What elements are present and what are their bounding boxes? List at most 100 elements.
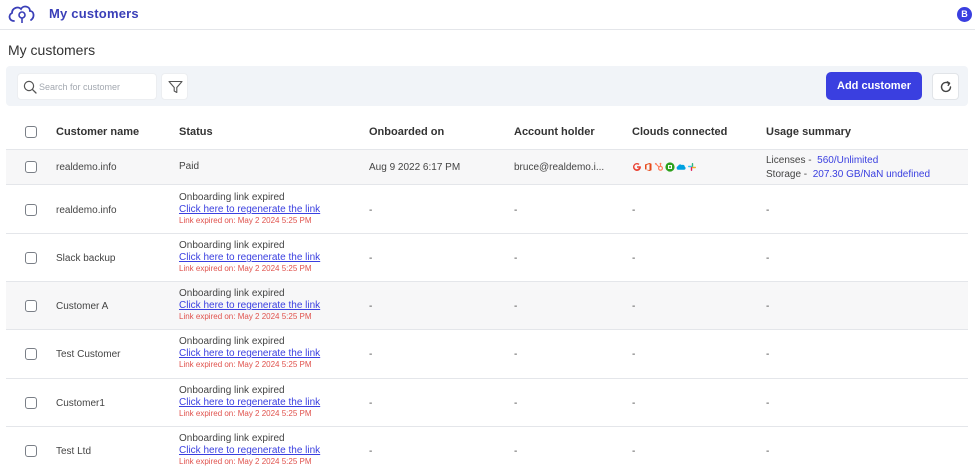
hubspot-icon bbox=[654, 162, 663, 171]
onboarded-date: Aug 9 2022 6:17 PM bbox=[369, 162, 461, 173]
account-holder: - bbox=[514, 349, 518, 360]
link-expired-date: Link expired on: May 2 2024 5:25 PM bbox=[179, 409, 312, 418]
customer-name[interactable]: realdemo.info bbox=[56, 162, 117, 173]
salesforce-icon bbox=[676, 164, 686, 170]
cloud-logo-icon[interactable] bbox=[6, 3, 36, 25]
clouds-connected bbox=[632, 162, 697, 172]
clouds-connected: - bbox=[632, 446, 636, 457]
account-holder: - bbox=[514, 398, 518, 409]
slack-icon bbox=[688, 163, 696, 171]
table-row[interactable]: Customer1 Onboarding link expired Click … bbox=[6, 379, 968, 427]
table-row[interactable]: realdemo.info Paid Aug 9 2022 6:17 PM br… bbox=[6, 150, 968, 185]
table-row[interactable]: Customer A Onboarding link expired Click… bbox=[6, 282, 968, 330]
customer-name[interactable]: Customer A bbox=[56, 301, 108, 312]
table-header: Customer name Status Onboarded on Accoun… bbox=[6, 114, 968, 150]
row-checkbox[interactable] bbox=[25, 252, 37, 264]
status-cell: Onboarding link expired Click here to re… bbox=[179, 192, 320, 227]
google-icon bbox=[633, 163, 642, 172]
usage-summary: - bbox=[766, 301, 770, 312]
regenerate-link[interactable]: Click here to regenerate the link bbox=[179, 397, 320, 408]
search-icon bbox=[23, 80, 37, 94]
status-cell: Onboarding link expired Click here to re… bbox=[179, 288, 320, 323]
app-title[interactable]: My customers bbox=[49, 6, 139, 21]
column-header-clouds-connected[interactable]: Clouds connected bbox=[632, 126, 727, 138]
account-holder: - bbox=[514, 301, 518, 312]
licenses-summary: Licenses - 560/Unlimited bbox=[766, 155, 878, 166]
onboarded-date: - bbox=[369, 349, 373, 360]
onboarded-date: - bbox=[369, 205, 373, 216]
office365-icon bbox=[645, 163, 652, 171]
row-checkbox[interactable] bbox=[25, 204, 37, 216]
account-holder: - bbox=[514, 253, 518, 264]
add-customer-button[interactable]: Add customer bbox=[826, 72, 922, 100]
row-checkbox[interactable] bbox=[25, 348, 37, 360]
select-all-checkbox[interactable] bbox=[25, 126, 37, 138]
table-row[interactable]: realdemo.info Onboarding link expired Cl… bbox=[6, 185, 968, 234]
customer-name[interactable]: Test Ltd bbox=[56, 446, 91, 457]
refresh-button[interactable] bbox=[932, 73, 959, 100]
customer-name[interactable]: realdemo.info bbox=[56, 205, 117, 216]
avatar[interactable]: B bbox=[957, 7, 972, 22]
page-title: My customers bbox=[8, 42, 96, 58]
status-text: Paid bbox=[179, 161, 200, 172]
link-expired-date: Link expired on: May 2 2024 5:25 PM bbox=[179, 264, 312, 273]
licenses-label: Licenses - bbox=[766, 155, 812, 166]
onboarded-date: - bbox=[369, 253, 373, 264]
search-box[interactable] bbox=[17, 73, 157, 100]
usage-summary: - bbox=[766, 349, 770, 360]
storage-label: Storage - bbox=[766, 169, 808, 180]
filter-button[interactable] bbox=[161, 73, 188, 100]
column-header-onboarded-on[interactable]: Onboarded on bbox=[369, 126, 444, 138]
row-checkbox[interactable] bbox=[25, 300, 37, 312]
onboarded-date: - bbox=[369, 301, 373, 312]
link-expired-date: Link expired on: May 2 2024 5:25 PM bbox=[179, 312, 312, 321]
clouds-connected: - bbox=[632, 301, 636, 312]
status-text: Onboarding link expired bbox=[179, 433, 285, 444]
table-row[interactable]: Slack backup Onboarding link expired Cli… bbox=[6, 234, 968, 282]
row-checkbox[interactable] bbox=[25, 445, 37, 457]
regenerate-link[interactable]: Click here to regenerate the link bbox=[179, 445, 320, 456]
column-header-customer-name[interactable]: Customer name bbox=[56, 126, 139, 138]
storage-summary: Storage - 207.30 GB/NaN undefined bbox=[766, 169, 930, 180]
regenerate-link[interactable]: Click here to regenerate the link bbox=[179, 348, 320, 359]
search-input[interactable] bbox=[39, 79, 153, 95]
clouds-connected: - bbox=[632, 205, 636, 216]
link-expired-date: Link expired on: May 2 2024 5:25 PM bbox=[179, 457, 312, 466]
storage-value[interactable]: 207.30 GB/NaN undefined bbox=[813, 169, 930, 180]
status-cell: Onboarding link expired Click here to re… bbox=[179, 336, 320, 371]
customers-table: Customer name Status Onboarded on Accoun… bbox=[6, 114, 968, 469]
account-holder: - bbox=[514, 205, 518, 216]
usage-summary: - bbox=[766, 253, 770, 264]
status-cell: Onboarding link expired Click here to re… bbox=[179, 240, 320, 275]
table-row[interactable]: Test Ltd Onboarding link expired Click h… bbox=[6, 427, 968, 469]
refresh-icon bbox=[940, 81, 952, 93]
filter-icon bbox=[168, 80, 183, 94]
status-text: Onboarding link expired bbox=[179, 240, 285, 251]
status-cell: Onboarding link expired Click here to re… bbox=[179, 433, 320, 468]
customer-name[interactable]: Test Customer bbox=[56, 349, 120, 360]
table-row[interactable]: Test Customer Onboarding link expired Cl… bbox=[6, 330, 968, 379]
row-checkbox[interactable] bbox=[25, 397, 37, 409]
clouds-connected: - bbox=[632, 253, 636, 264]
customer-name[interactable]: Customer1 bbox=[56, 398, 105, 409]
account-holder: - bbox=[514, 446, 518, 457]
usage-summary: - bbox=[766, 205, 770, 216]
link-expired-date: Link expired on: May 2 2024 5:25 PM bbox=[179, 216, 312, 225]
column-header-usage-summary[interactable]: Usage summary bbox=[766, 126, 851, 138]
status-cell: Onboarding link expired Click here to re… bbox=[179, 385, 320, 420]
licenses-value[interactable]: 560/Unlimited bbox=[817, 155, 878, 166]
quickbooks-icon bbox=[665, 162, 675, 172]
clouds-connected: - bbox=[632, 349, 636, 360]
row-checkbox[interactable] bbox=[25, 161, 37, 173]
link-expired-date: Link expired on: May 2 2024 5:25 PM bbox=[179, 360, 312, 369]
onboarded-date: - bbox=[369, 446, 373, 457]
regenerate-link[interactable]: Click here to regenerate the link bbox=[179, 300, 320, 311]
clouds-connected: - bbox=[632, 398, 636, 409]
regenerate-link[interactable]: Click here to regenerate the link bbox=[179, 204, 320, 215]
customer-name[interactable]: Slack backup bbox=[56, 253, 115, 264]
column-header-status[interactable]: Status bbox=[179, 126, 213, 138]
status-text: Onboarding link expired bbox=[179, 385, 285, 396]
regenerate-link[interactable]: Click here to regenerate the link bbox=[179, 252, 320, 263]
column-header-account-holder[interactable]: Account holder bbox=[514, 126, 595, 138]
status-text: Onboarding link expired bbox=[179, 192, 285, 203]
